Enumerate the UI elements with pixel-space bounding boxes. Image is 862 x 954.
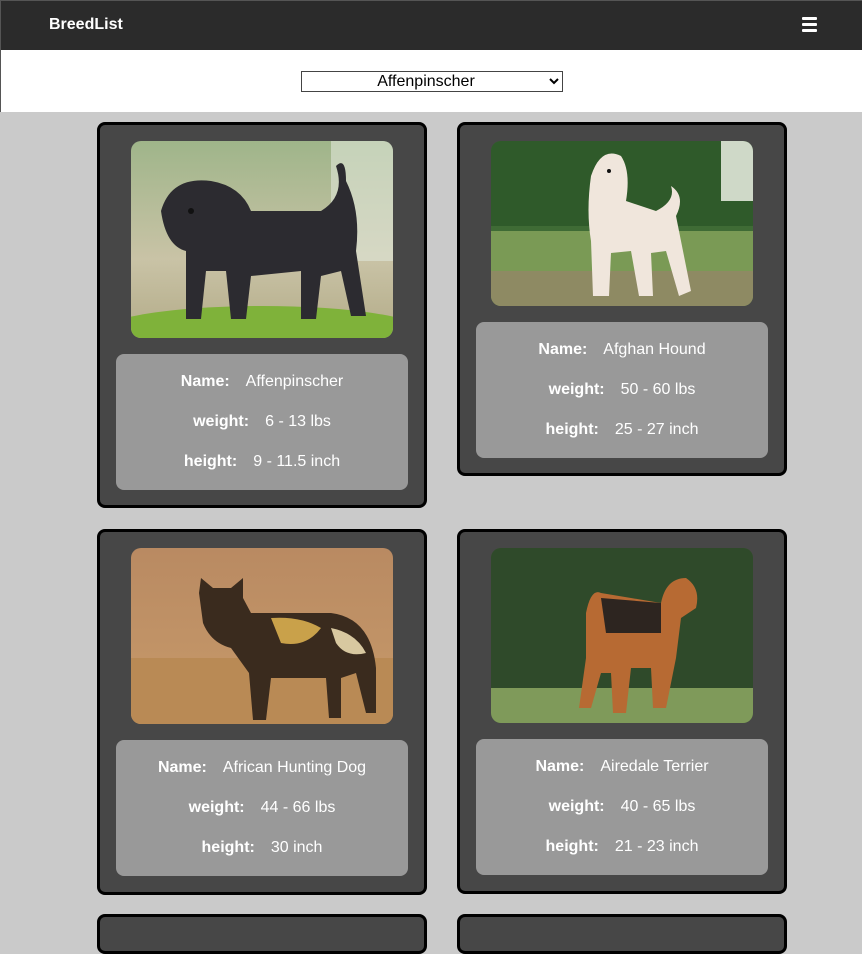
height-label: height: [545, 838, 599, 855]
name-label: Name: [157, 759, 207, 776]
breed-weight: 44 - 66 lbs [260, 799, 336, 816]
breed-height: 25 - 27 inch [614, 421, 699, 438]
breed-name: Afghan Hound [603, 341, 706, 358]
breed-card: Name: Airedale Terrier weight: 40 - 65 lbs… [457, 529, 787, 894]
breed-card: Name: Afghan Hound weight: 50 - 60 lbs hei… [457, 122, 787, 476]
weight-label: weight: [188, 799, 245, 816]
african-hunting-dog-photo [131, 548, 393, 724]
breed-name: Affenpinscher [245, 373, 344, 390]
height-label: height: [183, 453, 238, 470]
breed-info-panel: Name: Affenpinscher weight: 6 - 13 lbs hei… [116, 354, 408, 490]
name-label: Name: [180, 373, 230, 390]
breed-select[interactable]: Affenpinscher [301, 71, 563, 92]
breed-name: Airedale Terrier [600, 758, 709, 775]
height-label: height: [201, 839, 255, 856]
breed-height: 21 - 23 inch [614, 838, 699, 855]
breed-grid: Name: Affenpinscher weight: 6 - 13 lbs hei… [0, 112, 862, 954]
name-label: Name: [538, 341, 588, 358]
breed-weight: 50 - 60 lbs [620, 381, 696, 398]
height-label: height: [545, 421, 599, 438]
breed-info-panel: Name: African Hunting Dog weight: 44 - 66 … [116, 740, 408, 876]
breed-name: African Hunting Dog [222, 759, 367, 776]
hamburger-icon[interactable] [802, 17, 818, 33]
navbar: BreedList [0, 0, 862, 50]
breed-height: 9 - 11.5 inch [253, 453, 341, 470]
weight-label: weight: [548, 381, 605, 398]
breed-info-panel: Name: Afghan Hound weight: 50 - 60 lbs hei… [476, 322, 768, 458]
weight-label: weight: [193, 413, 250, 430]
breed-card [457, 914, 787, 954]
weight-label: weight: [548, 798, 605, 815]
breed-height: 30 inch [270, 839, 323, 856]
brand-title[interactable]: BreedList [49, 16, 123, 34]
airedale-terrier-photo [491, 548, 753, 723]
breed-weight: 40 - 65 lbs [620, 798, 696, 815]
breed-card: Name: Affenpinscher weight: 6 - 13 lbs hei… [97, 122, 427, 508]
breed-card: Name: African Hunting Dog weight: 44 - 66 … [97, 529, 427, 895]
breed-card [97, 914, 427, 954]
breed-info-panel: Name: Airedale Terrier weight: 40 - 65 lbs… [476, 739, 768, 875]
affenpinscher-photo [131, 141, 393, 338]
afghan-hound-photo [491, 141, 753, 306]
breed-select-bar: Affenpinscher [0, 50, 862, 112]
breed-weight: 6 - 13 lbs [265, 413, 331, 430]
name-label: Name: [535, 758, 585, 775]
